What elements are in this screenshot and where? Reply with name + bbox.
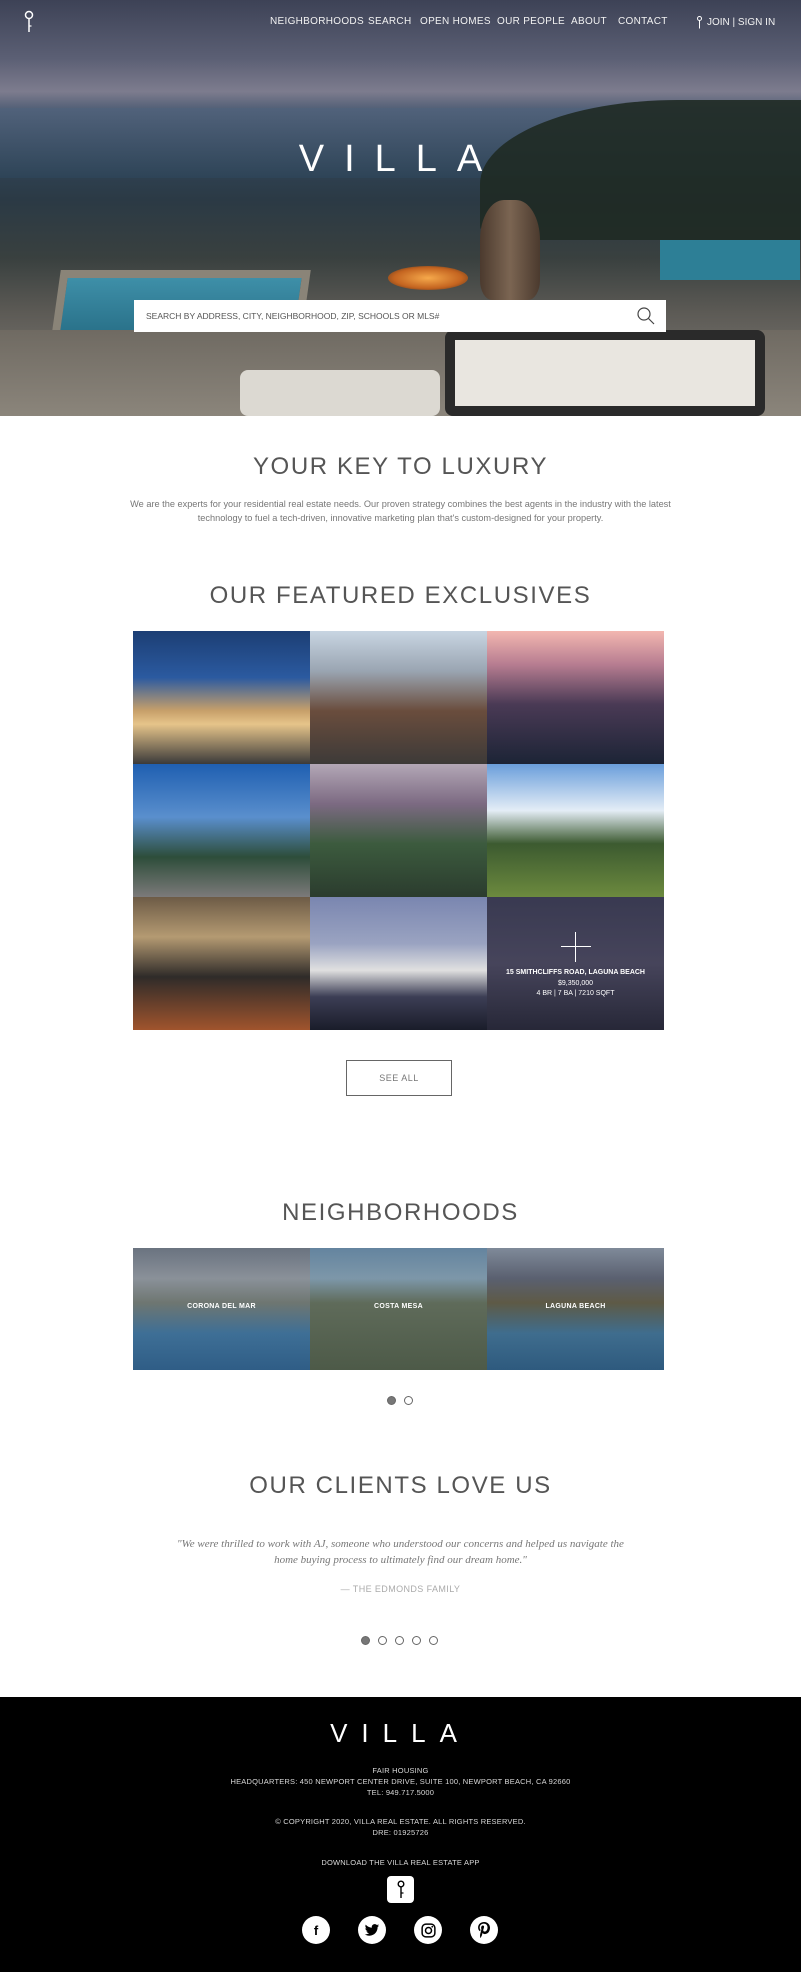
twitter-icon <box>364 1923 380 1936</box>
search-input[interactable] <box>134 300 626 332</box>
key-icon <box>697 16 702 29</box>
featured-title: OUR FEATURED EXCLUSIVES <box>209 582 592 609</box>
neighborhood-laguna-beach[interactable]: LAGUNA BEACH <box>487 1248 664 1370</box>
featured-listing-6[interactable] <box>487 764 664 897</box>
facebook-button[interactable]: f <box>302 1916 330 1944</box>
carousel-dot-2[interactable] <box>404 1396 413 1405</box>
neighborhood-label: COSTA MESA <box>374 1303 423 1310</box>
testimonial-dot-1[interactable] <box>361 1636 370 1645</box>
search-bar <box>134 300 666 332</box>
featured-listing-3[interactable] <box>487 631 664 764</box>
join-sign-in-link[interactable]: JOIN | SIGN IN <box>696 16 775 29</box>
pinterest-button[interactable] <box>470 1916 498 1944</box>
hero-lounge-chair <box>445 330 765 416</box>
facebook-icon: f <box>313 1922 319 1938</box>
testimonial-dot-3[interactable] <box>395 1636 404 1645</box>
listing-hover-overlay <box>487 897 664 1030</box>
instagram-icon <box>420 1922 436 1938</box>
testimonial-dot-2[interactable] <box>378 1636 387 1645</box>
hero-planter <box>480 200 540 300</box>
hero-firepit <box>388 266 468 290</box>
search-icon <box>637 307 655 325</box>
neighborhood-label: CORONA DEL MAR <box>187 1303 256 1310</box>
neighborhood-costa-mesa[interactable]: COSTA MESA <box>310 1248 487 1370</box>
search-button[interactable] <box>626 300 666 332</box>
featured-listing-5[interactable] <box>310 764 487 897</box>
listing-details: 4 BR | 7 BA | 7210 SQFT <box>536 990 615 997</box>
hero-lounge-chair-left <box>240 370 440 416</box>
key-logo-icon[interactable] <box>22 10 36 34</box>
instagram-button[interactable] <box>414 1916 442 1944</box>
footer-copyright: © COPYRIGHT 2020, VILLA REAL ESTATE. ALL… <box>275 1817 526 1826</box>
testimonial-quote: "We were thrilled to work with AJ, someo… <box>177 1538 624 1566</box>
app-download-button[interactable] <box>387 1876 414 1903</box>
testimonial-dot-4[interactable] <box>412 1636 421 1645</box>
nav-neighborhoods[interactable]: NEIGHBORHOODS <box>270 16 364 27</box>
nav-search[interactable]: SEARCH <box>368 16 411 27</box>
neighborhood-corona-del-mar[interactable]: CORONA DEL MAR <box>133 1248 310 1370</box>
footer-headquarters: HEADQUARTERS: 450 NEWPORT CENTER DRIVE, … <box>230 1777 571 1786</box>
featured-listing-1[interactable] <box>133 631 310 764</box>
neighborhoods-title: NEIGHBORHOODS <box>282 1199 519 1226</box>
fair-housing-link[interactable]: FAIR HOUSING <box>0 1766 801 1775</box>
key-icon <box>397 1880 404 1898</box>
footer-dre: DRE: 01925726 <box>372 1828 429 1837</box>
intro-title: YOUR KEY TO LUXURY <box>252 453 549 480</box>
testimonial-dot-5[interactable] <box>429 1636 438 1645</box>
nav-about[interactable]: ABOUT <box>571 16 607 27</box>
featured-listing-2[interactable] <box>310 631 487 764</box>
join-label: JOIN | SIGN IN <box>707 17 776 28</box>
testimonial-author: — THE EDMONDS FAMILY <box>340 1584 461 1594</box>
neighborhood-label: LAGUNA BEACH <box>545 1303 606 1310</box>
listing-address: 15 SMITHCLIFFS ROAD, LAGUNA BEACH <box>506 969 645 976</box>
featured-listing-9[interactable]: 15 SMITHCLIFFS ROAD, LAGUNA BEACH $9,350… <box>487 897 664 1030</box>
featured-listing-8[interactable] <box>310 897 487 1030</box>
nav-contact[interactable]: CONTACT <box>618 16 668 27</box>
pinterest-icon <box>478 1922 490 1938</box>
download-app-link[interactable]: DOWNLOAD THE VILLA REAL ESTATE APP <box>0 1858 801 1867</box>
hero-logo: VILLA <box>298 138 503 180</box>
footer-phone: TEL: 949.717.5000 <box>366 1788 435 1797</box>
see-all-button[interactable]: SEE ALL <box>346 1060 452 1096</box>
plus-icon <box>561 932 591 962</box>
hero-pool-right <box>660 240 800 280</box>
nav-open-homes[interactable]: OPEN HOMES <box>420 16 491 27</box>
footer-logo: VILLA <box>330 1718 471 1748</box>
featured-listing-7[interactable] <box>133 897 310 1030</box>
twitter-button[interactable] <box>358 1916 386 1944</box>
listing-price: $9,350,000 <box>557 980 594 987</box>
testimonials-title: OUR CLIENTS LOVE US <box>249 1472 552 1499</box>
carousel-dot-1[interactable] <box>387 1396 396 1405</box>
featured-listing-4[interactable] <box>133 764 310 897</box>
intro-text: We are the experts for your residential … <box>130 499 671 523</box>
hero-banner <box>0 0 801 416</box>
nav-our-people[interactable]: OUR PEOPLE <box>497 16 565 27</box>
